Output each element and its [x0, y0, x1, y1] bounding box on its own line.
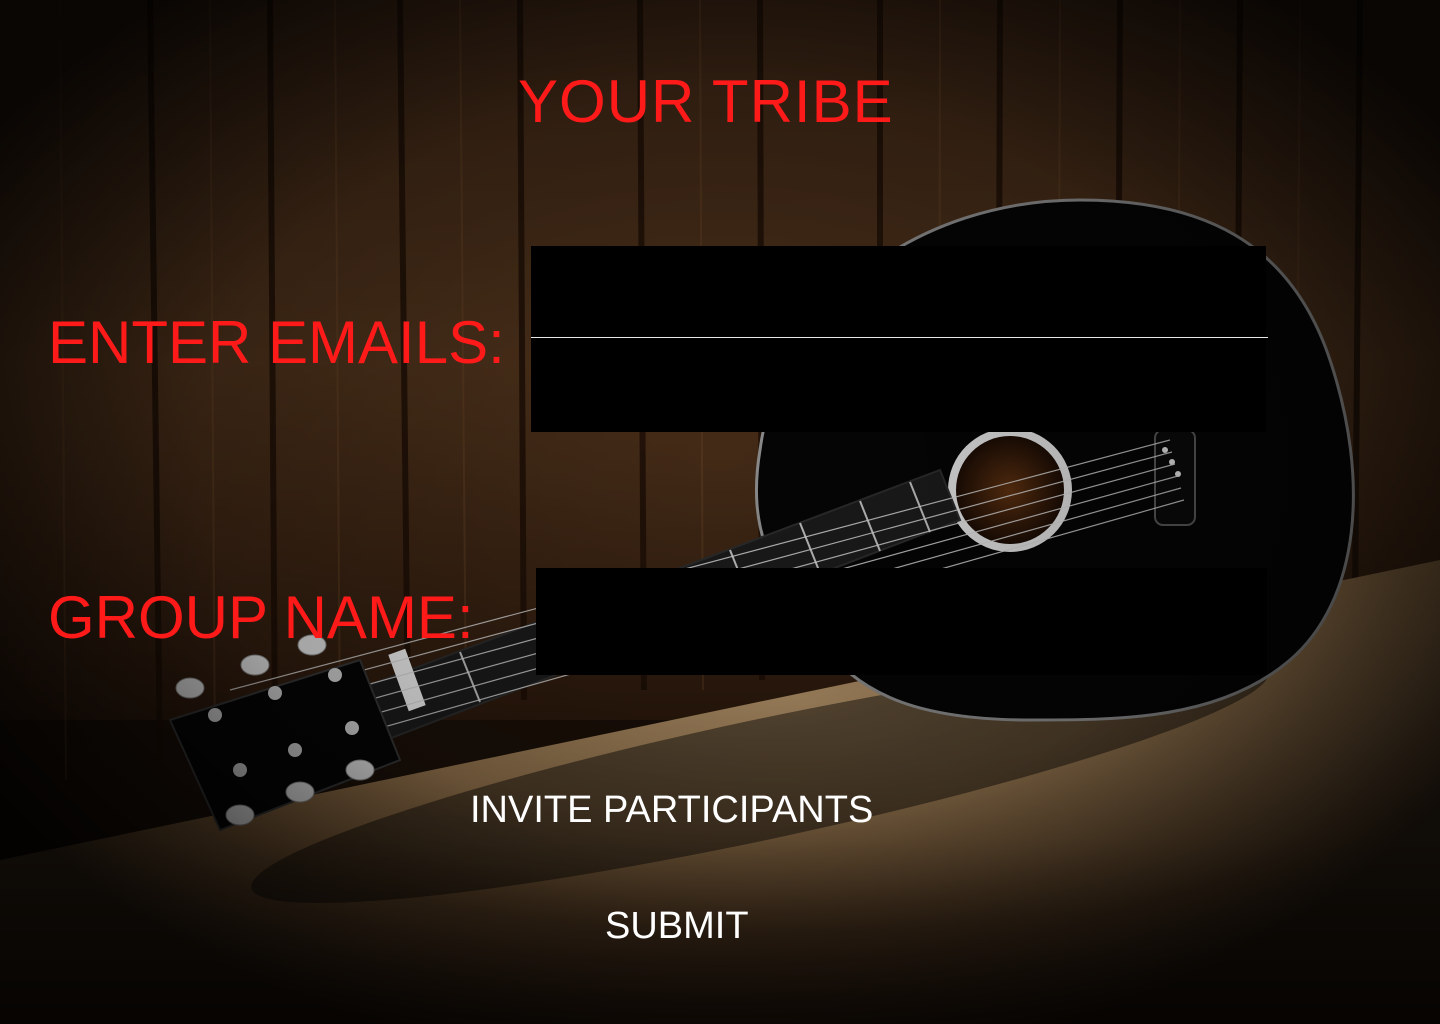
guitar-background-image — [0, 0, 1440, 1024]
emails-label: ENTER EMAILS: — [48, 309, 505, 376]
emails-input[interactable] — [531, 246, 1266, 432]
invite-participants-button[interactable]: INVITE PARTICIPANTS — [470, 791, 873, 829]
app-screen: YOUR TRIBE ENTER EMAILS: GROUP NAME: INV… — [0, 0, 1440, 1024]
group-name-label: GROUP NAME: — [48, 584, 474, 651]
submit-button[interactable]: SUBMIT — [605, 907, 749, 945]
group-name-input[interactable] — [536, 568, 1267, 675]
page-title: YOUR TRIBE — [518, 68, 894, 135]
